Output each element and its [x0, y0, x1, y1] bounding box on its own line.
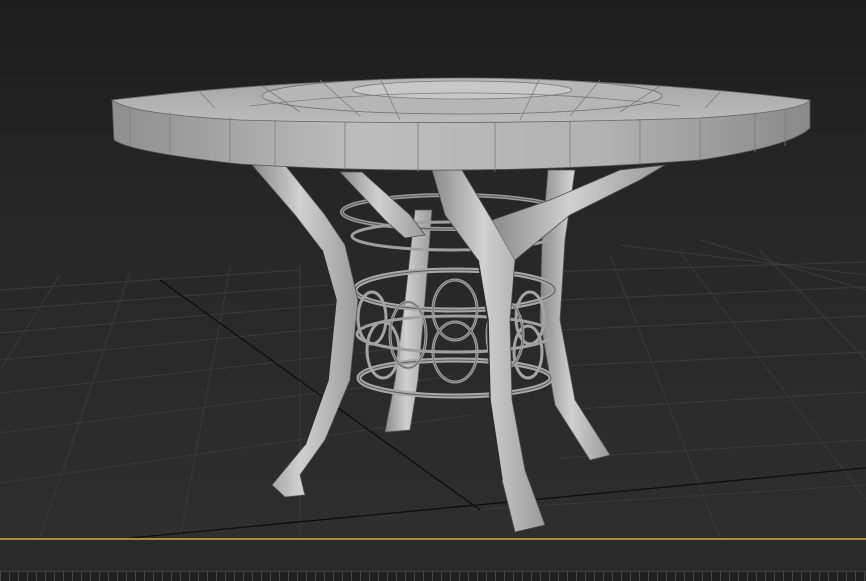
timeline-track-bar[interactable] — [0, 540, 866, 581]
table-top — [110, 77, 811, 172]
timeline-ruler[interactable] — [0, 571, 866, 581]
perspective-viewport[interactable] — [0, 0, 866, 538]
decorative-ring — [352, 267, 558, 399]
home-grid — [0, 239, 866, 538]
viewport-canvas[interactable] — [0, 0, 866, 538]
